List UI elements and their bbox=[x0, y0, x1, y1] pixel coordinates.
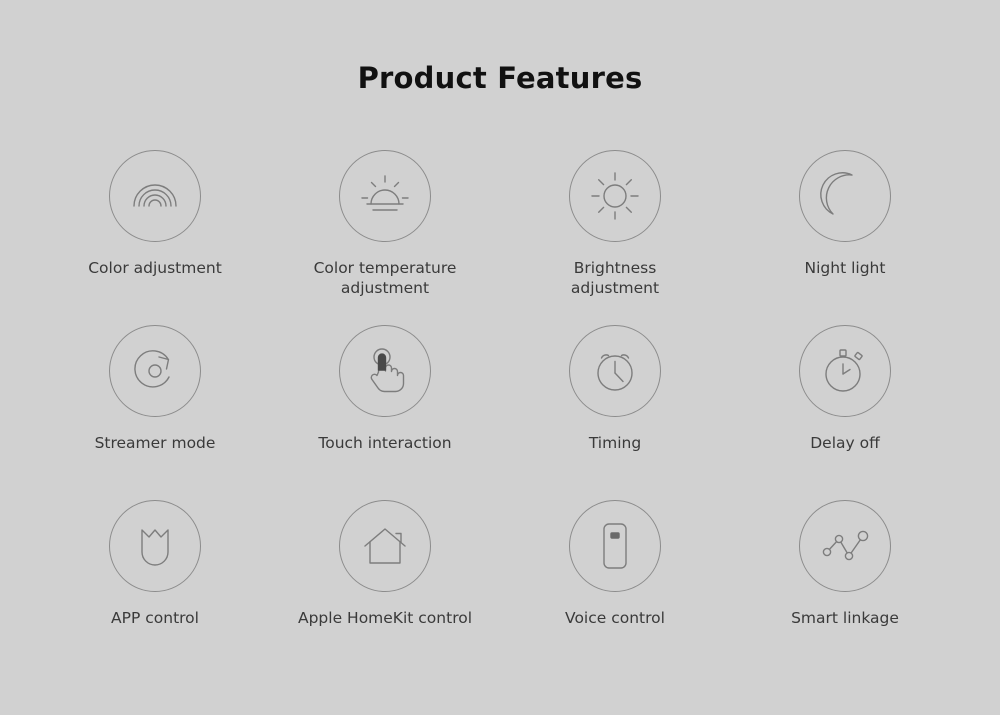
feature-item-brightness[interactable]: Brightness adjustment bbox=[500, 150, 730, 325]
alarm-clock-icon bbox=[588, 344, 642, 398]
feature-label: Delay off bbox=[810, 434, 880, 452]
feature-label: Voice control bbox=[565, 609, 665, 627]
icon-circle bbox=[339, 325, 431, 417]
feature-label: Color adjustment bbox=[88, 259, 222, 277]
feature-label: Smart linkage bbox=[791, 609, 899, 627]
feature-label: Color temperature adjustment bbox=[313, 259, 457, 297]
node-graph-icon bbox=[818, 519, 872, 573]
page-title: Product Features bbox=[357, 61, 643, 95]
feature-grid: Color adjustment Color temperature adjus… bbox=[40, 150, 960, 675]
product-features-page: Product Features Color adjustment Color … bbox=[0, 0, 1000, 715]
touch-hand-icon bbox=[358, 344, 412, 398]
feature-item-color-temperature[interactable]: Color temperature adjustment bbox=[270, 150, 500, 325]
icon-circle bbox=[799, 500, 891, 592]
feature-label: Apple HomeKit control bbox=[297, 609, 473, 627]
icon-circle bbox=[569, 325, 661, 417]
feature-label: Touch interaction bbox=[318, 434, 452, 452]
rainbow-icon bbox=[128, 169, 182, 223]
rotate-arrow-icon bbox=[128, 344, 182, 398]
icon-circle bbox=[569, 500, 661, 592]
feature-label: APP control bbox=[111, 609, 199, 627]
moon-icon bbox=[818, 169, 872, 223]
feature-item-voice-control[interactable]: Voice control bbox=[500, 500, 730, 675]
feature-item-app-control[interactable]: APP control bbox=[40, 500, 270, 675]
feature-item-color-adjustment[interactable]: Color adjustment bbox=[40, 150, 270, 325]
feature-label: Timing bbox=[588, 434, 642, 452]
feature-label: Night light bbox=[804, 259, 886, 277]
feature-item-delay-off[interactable]: Delay off bbox=[730, 325, 960, 500]
feature-item-touch-interaction[interactable]: Touch interaction bbox=[270, 325, 500, 500]
stopwatch-icon bbox=[818, 344, 872, 398]
feature-item-timing[interactable]: Timing bbox=[500, 325, 730, 500]
sunrise-icon bbox=[358, 169, 412, 223]
feature-label: Brightness adjustment bbox=[570, 259, 660, 297]
house-icon bbox=[358, 519, 412, 573]
icon-circle bbox=[569, 150, 661, 242]
feature-item-smart-linkage[interactable]: Smart linkage bbox=[730, 500, 960, 675]
feature-label: Streamer mode bbox=[94, 434, 216, 452]
icon-circle bbox=[799, 150, 891, 242]
feature-item-streamer-mode[interactable]: Streamer mode bbox=[40, 325, 270, 500]
icon-circle bbox=[799, 325, 891, 417]
sun-icon bbox=[588, 169, 642, 223]
icon-circle bbox=[109, 150, 201, 242]
feature-item-night-light[interactable]: Night light bbox=[730, 150, 960, 325]
feature-item-apple-homekit-control[interactable]: Apple HomeKit control bbox=[270, 500, 500, 675]
icon-circle bbox=[109, 500, 201, 592]
smart-speaker-icon bbox=[588, 519, 642, 573]
icon-circle bbox=[109, 325, 201, 417]
icon-circle bbox=[339, 500, 431, 592]
mi-home-app-icon bbox=[128, 519, 182, 573]
icon-circle bbox=[339, 150, 431, 242]
